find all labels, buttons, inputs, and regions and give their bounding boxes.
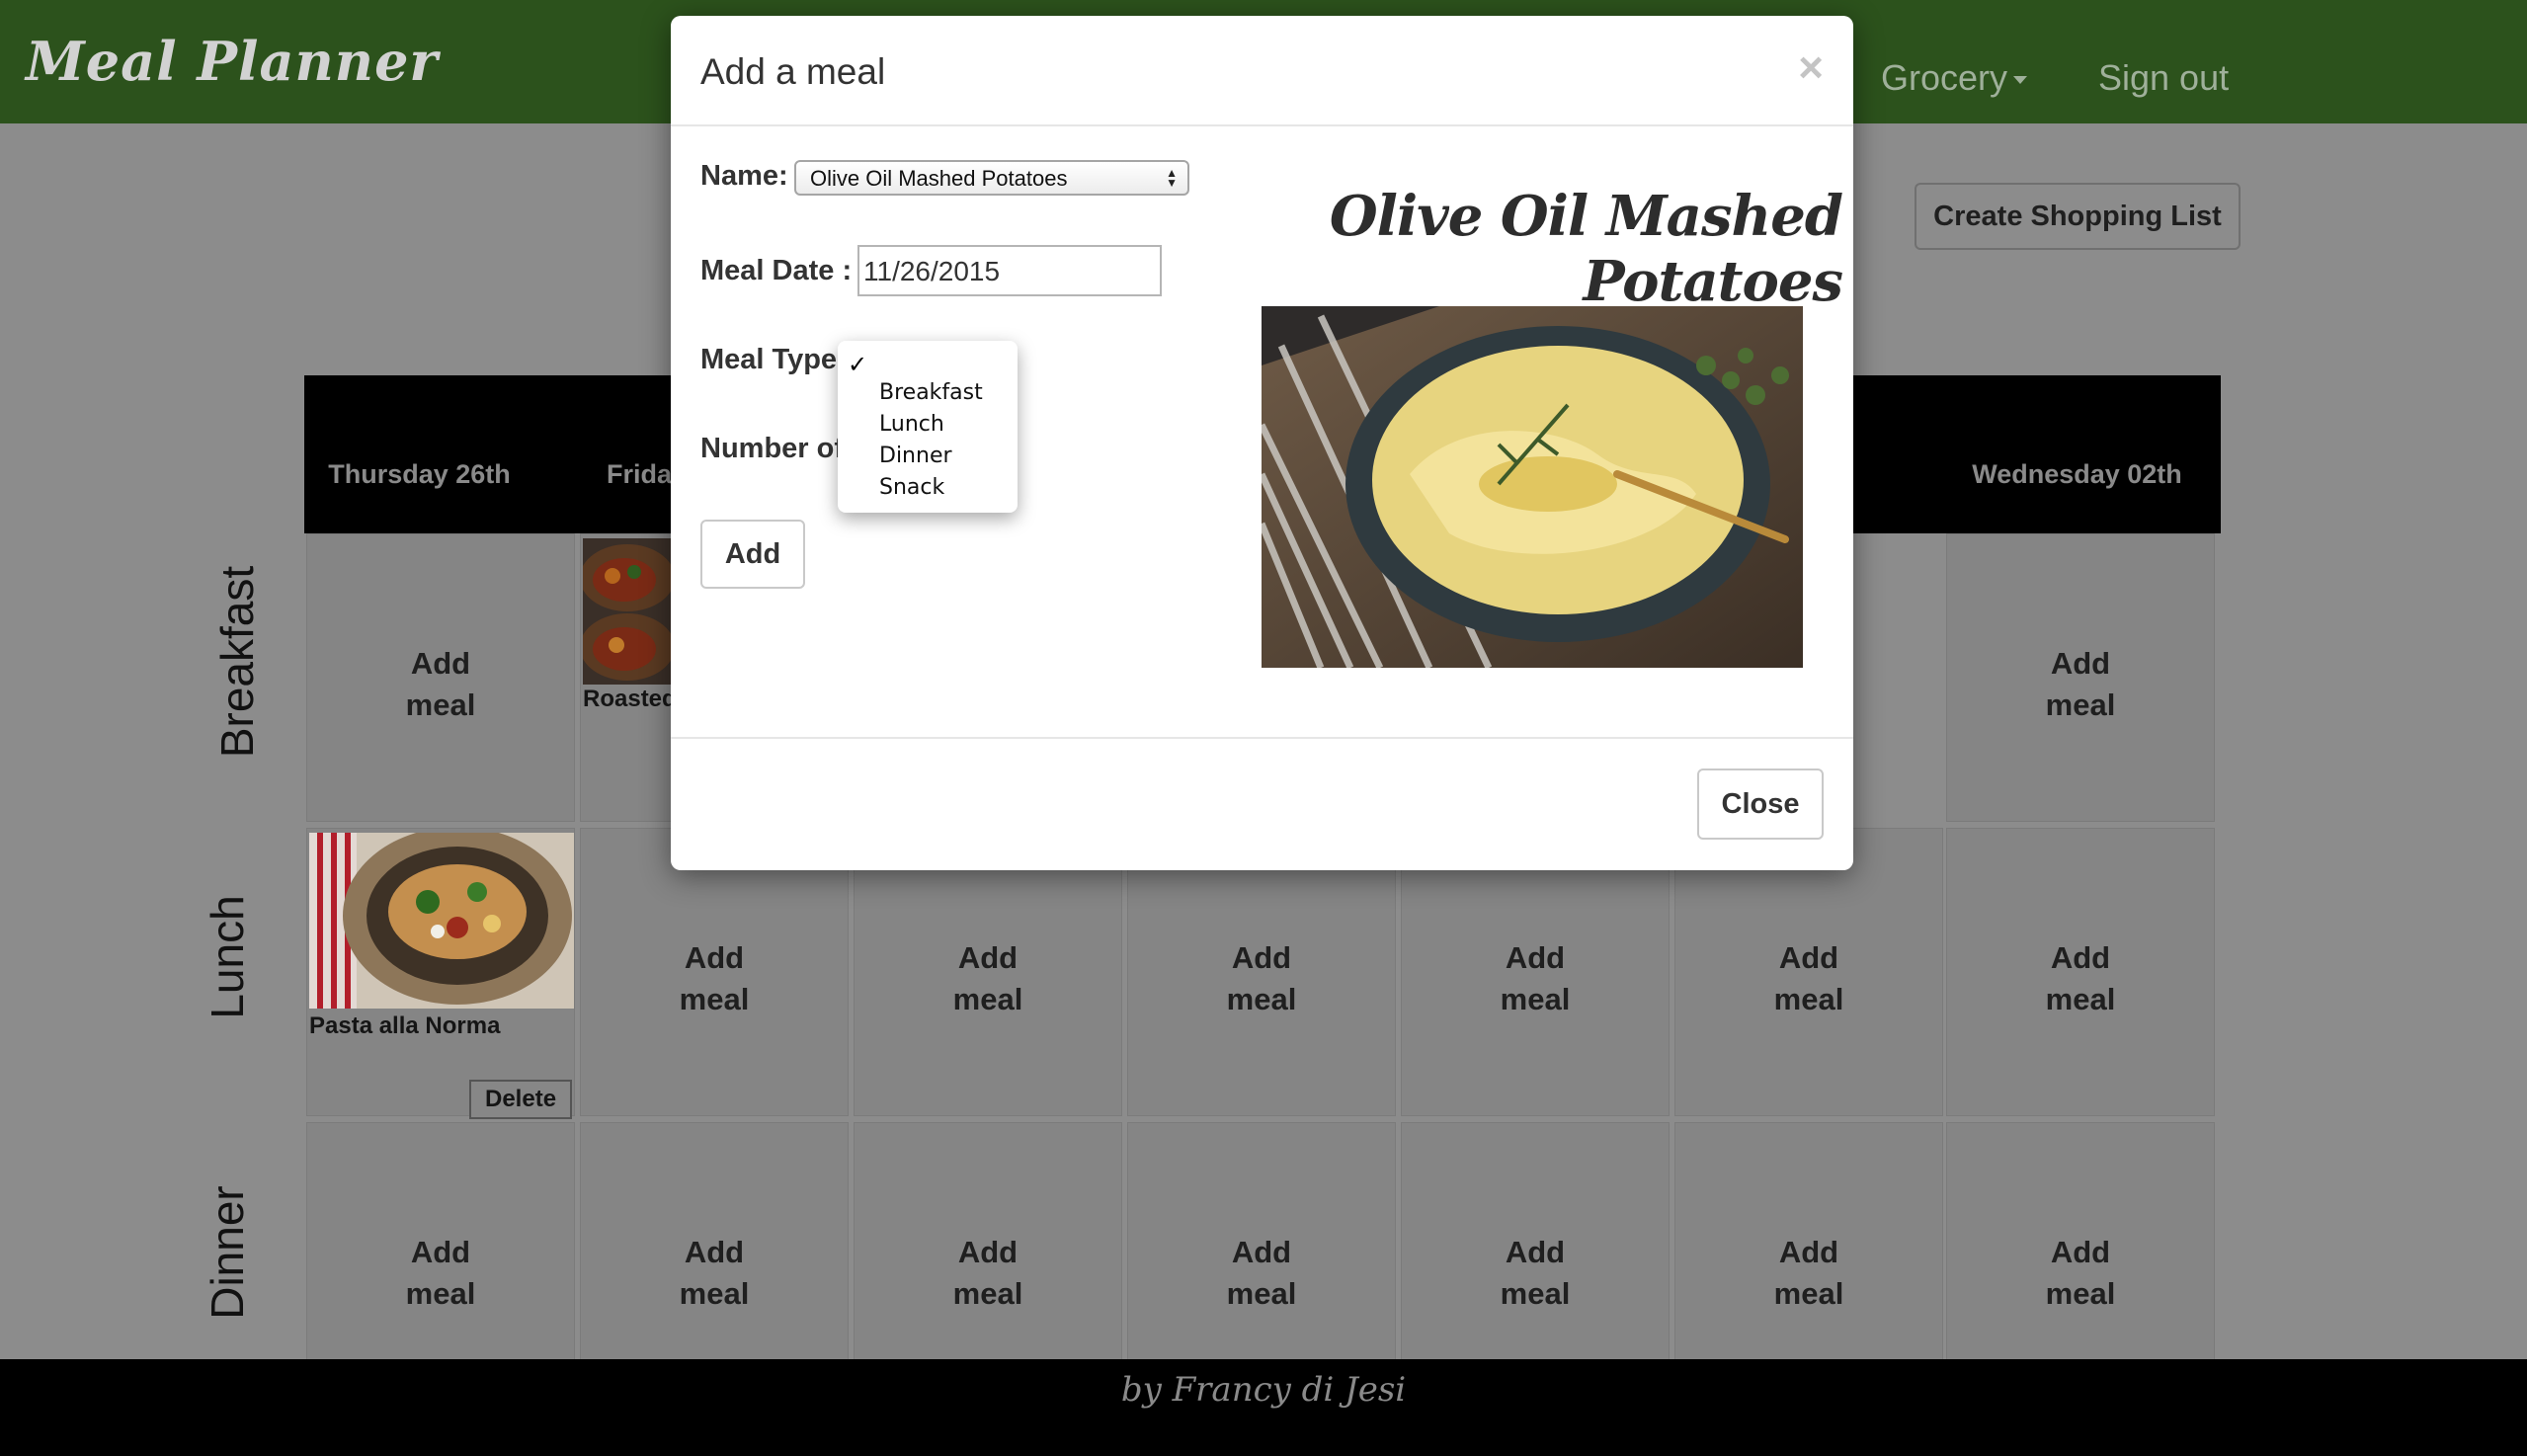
footer-credit: by Francy di Jesi — [1120, 1370, 1407, 1410]
modal-header-divider — [671, 124, 1853, 126]
cell-breakfast-wed[interactable]: Add meal — [1946, 533, 2215, 822]
cell-lunch-sun[interactable]: Add meal — [1127, 828, 1396, 1116]
add-meal-link[interactable]: Add meal — [581, 1232, 848, 1315]
meal-thumbnail[interactable] — [583, 538, 672, 685]
servings-label: Number of — [700, 433, 844, 464]
modal-footer-divider — [671, 737, 1853, 739]
add-meal-link[interactable]: Add meal — [1947, 643, 2214, 726]
add-meal-link[interactable]: Add meal — [855, 937, 1121, 1020]
name-label: Name: — [700, 160, 788, 192]
row-label-dinner: Dinner — [202, 1185, 253, 1320]
close-icon[interactable]: × — [1798, 43, 1824, 93]
add-meal-link[interactable]: Add meal — [307, 643, 574, 726]
cell-breakfast-thu[interactable]: Add meal — [306, 533, 575, 822]
brand-logo[interactable]: Meal Planner — [26, 30, 439, 93]
add-meal-link[interactable]: Add meal — [1947, 1232, 2214, 1315]
add-meal-link[interactable]: Add meal — [581, 937, 848, 1020]
add-meal-link[interactable]: Add meal — [1128, 1232, 1395, 1315]
meal-type-dropdown[interactable]: ✓ Breakfast Lunch Dinner Snack — [838, 341, 1018, 513]
nav-grocery-label: Grocery — [1881, 57, 2008, 98]
meal-type-option-breakfast[interactable]: Breakfast — [879, 380, 983, 405]
meal-name-select-value: Olive Oil Mashed Potatoes — [810, 166, 1068, 191]
meal-type-label: Meal Type — [700, 344, 838, 375]
meal-preview-image — [1262, 306, 1803, 668]
day-header: Thursday 26th — [328, 459, 511, 489]
add-meal-link[interactable]: Add meal — [307, 1232, 574, 1315]
cell-lunch-thu[interactable]: Pasta alla Norma Delete — [306, 828, 575, 1119]
nav-signout[interactable]: Sign out — [2098, 57, 2229, 99]
meal-type-option-dinner[interactable]: Dinner — [879, 444, 952, 468]
meal-name-select[interactable]: Olive Oil Mashed Potatoes ▲ ▼ — [794, 160, 1189, 196]
add-meal-link[interactable]: Add meal — [1402, 937, 1669, 1020]
cell-lunch-sat[interactable]: Add meal — [854, 828, 1122, 1116]
add-meal-link[interactable]: Add meal — [1675, 937, 1942, 1020]
meal-name: Pasta alla Norma — [309, 1012, 501, 1039]
meal-date-input[interactable]: 11/26/2015 — [857, 245, 1162, 296]
row-label-lunch: Lunch — [202, 895, 253, 1019]
meal-thumbnail[interactable] — [309, 833, 574, 1009]
meal-name: Roasted — [583, 686, 677, 712]
meal-date-label: Meal Date : — [700, 255, 853, 286]
meal-type-option-snack[interactable]: Snack — [879, 475, 944, 500]
delete-button[interactable]: Delete — [469, 1080, 573, 1119]
row-label-breakfast: Breakfast — [211, 565, 263, 759]
checkmark-icon: ✓ — [848, 352, 868, 378]
add-meal-link[interactable]: Add meal — [1402, 1232, 1669, 1315]
add-meal-link[interactable]: Add meal — [1947, 937, 2214, 1020]
modal-title: Add a meal — [700, 51, 886, 92]
close-button[interactable]: Close — [1697, 768, 1824, 840]
caret-down-icon — [2013, 76, 2028, 85]
cell-lunch-mon[interactable]: Add meal — [1401, 828, 1670, 1116]
cell-lunch-wed[interactable]: Add meal — [1946, 828, 2215, 1116]
nav-grocery-dropdown[interactable]: Grocery — [1881, 57, 2028, 99]
select-arrows-icon: ▲▼ — [1166, 166, 1178, 190]
create-shopping-list-button[interactable]: Create Shopping List — [1915, 183, 2241, 250]
add-button[interactable]: Add — [700, 520, 805, 589]
add-meal-link[interactable]: Add meal — [1675, 1232, 1942, 1315]
cell-lunch-tue[interactable]: Add meal — [1674, 828, 1943, 1116]
cell-lunch-fri[interactable]: Add meal — [580, 828, 849, 1116]
add-meal-link[interactable]: Add meal — [855, 1232, 1121, 1315]
meal-preview-title: Olive Oil Mashed Potatoes — [1329, 184, 1843, 314]
meal-type-option-lunch[interactable]: Lunch — [879, 412, 944, 437]
day-header: Wednesday 02th — [1972, 459, 2182, 489]
add-meal-link[interactable]: Add meal — [1128, 937, 1395, 1020]
